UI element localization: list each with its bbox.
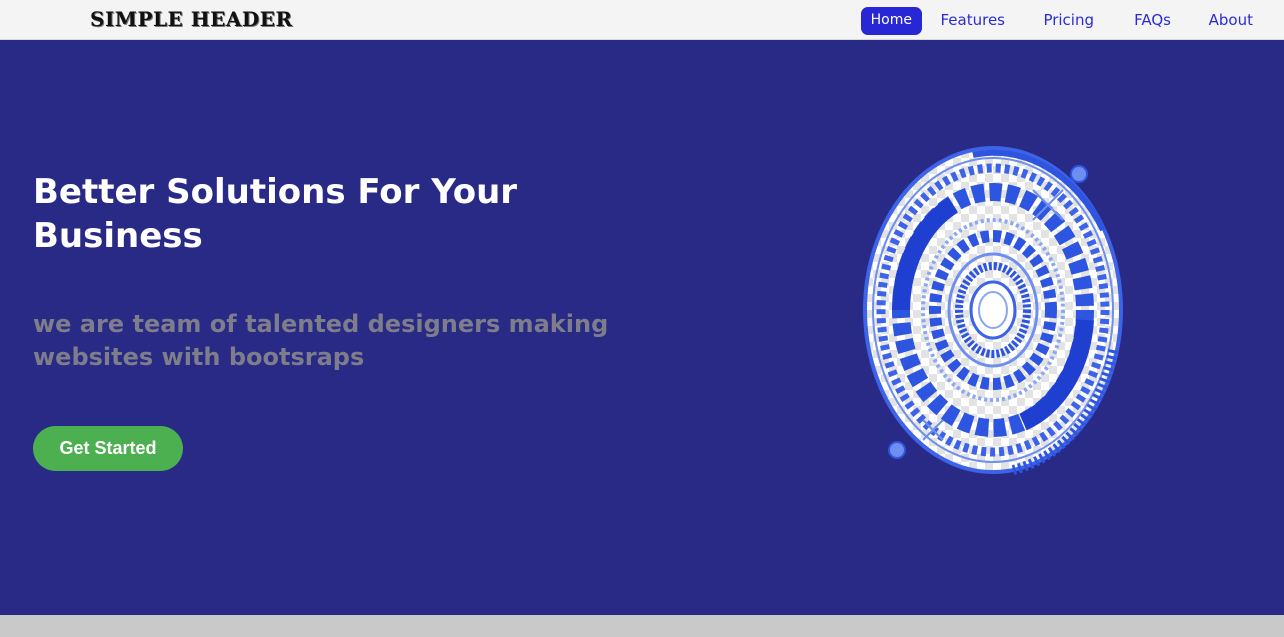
- site-header: SIMPLE HEADER Home Features Pricing FAQs…: [0, 0, 1284, 40]
- site-logo[interactable]: SIMPLE HEADER: [90, 7, 293, 31]
- hero-title: Better Solutions For Your Business: [33, 172, 518, 256]
- nav-features-link[interactable]: Features: [941, 7, 1006, 35]
- nav-about-link[interactable]: About: [1209, 7, 1253, 35]
- nav-home-link[interactable]: Home: [860, 7, 922, 35]
- nav-pricing-link[interactable]: Pricing: [1043, 7, 1094, 35]
- get-started-button[interactable]: Get Started: [33, 426, 183, 471]
- hero-tech-circle-illustration: [863, 146, 1123, 475]
- nav-faqs-link[interactable]: FAQs: [1134, 7, 1171, 35]
- hero-section: Better Solutions For Your Business we ar…: [0, 40, 1284, 615]
- hero-subtitle: we are team of talented designers making…: [33, 310, 609, 371]
- page-bottom-strip: [0, 615, 1284, 637]
